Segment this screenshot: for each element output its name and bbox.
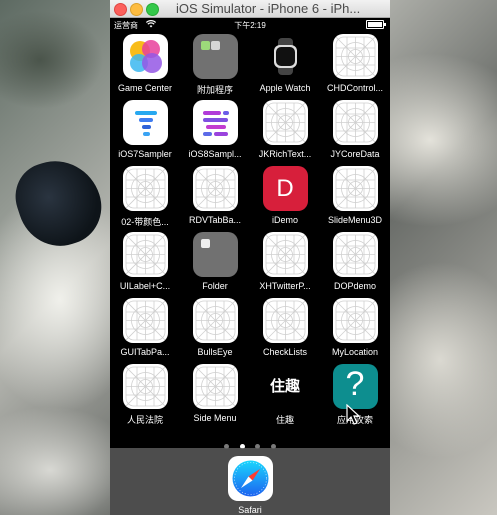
app-label: MyLocation (331, 347, 379, 357)
placeholder-app-icon (122, 232, 168, 277)
app-idemo[interactable]: D iDemo (250, 166, 320, 225)
app-label: 人民法院 (126, 415, 163, 425)
placeholder-app-icon (262, 100, 308, 145)
placeholder-app-icon (262, 298, 308, 343)
app-color-demo[interactable]: 02-带颜色... (110, 166, 180, 228)
placeholder-app-icon (332, 166, 378, 211)
simulator-window: iOS Simulator - iPhone 6 - iPh... 运营商 下午… (110, 0, 390, 515)
safari-compass-icon (227, 456, 273, 501)
app-label: DOPdemo (333, 281, 377, 291)
title-bar[interactable]: iOS Simulator - iPhone 6 - iPh... (110, 0, 390, 18)
idemo-icon: D (262, 166, 308, 211)
zoom-button[interactable] (146, 3, 159, 16)
app-uilabel[interactable]: UILabel+C... (110, 232, 180, 291)
battery-icon (366, 20, 386, 29)
zhuqu-icon-text: 住趣 (269, 377, 300, 395)
app-extras-folder[interactable]: 附加程序 (180, 34, 250, 96)
app-jycoredata[interactable]: JYCoreData (320, 100, 390, 159)
app-xhtwitter[interactable]: XHTwitterP... (250, 232, 320, 291)
app-label: Folder (202, 281, 228, 291)
app-jkrichtext[interactable]: JKRichText... (250, 100, 320, 159)
app-chdcontrol[interactable]: CHDControl... (320, 34, 390, 93)
app-game-center[interactable]: Game Center (110, 34, 180, 93)
app-label: CheckLists (262, 347, 307, 357)
phone-screen: 运营商 下午2:19 Game Center 附加程序 Apple Watch … (110, 18, 390, 515)
placeholder-app-icon (192, 364, 238, 409)
app-label: Side Menu (193, 413, 237, 423)
app-people-court[interactable]: 人民法院 (110, 364, 180, 426)
app-side-menu[interactable]: Side Menu (180, 364, 250, 423)
app-safari[interactable]: Safari (215, 456, 285, 515)
app-label: 附加程序 (196, 85, 233, 95)
app-label: JKRichText... (258, 149, 312, 159)
zhuqu-icon: 住趣 (262, 364, 308, 409)
app-label: iOS8Sampl... (188, 149, 242, 159)
app-label: BullsEye (197, 347, 233, 357)
help-icon-glyph: ? (345, 365, 365, 403)
placeholder-app-icon (332, 34, 378, 79)
app-label: Game Center (117, 83, 173, 93)
status-bar: 运营商 下午2:19 (110, 18, 390, 32)
mouse-pointer-icon (346, 404, 361, 425)
app-label: GUITabPa... (120, 347, 170, 357)
game-center-icon (122, 34, 168, 79)
placeholder-app-icon (122, 166, 168, 211)
app-label: iDemo (271, 215, 298, 225)
ios7sampler-icon (122, 100, 168, 145)
app-label: XHTwitterP... (259, 281, 311, 291)
app-bullseye[interactable]: BullsEye (180, 298, 250, 357)
app-ios8sampler[interactable]: iOS8Sampl... (180, 100, 250, 159)
app-label: Apple Watch (259, 83, 311, 93)
placeholder-app-icon (192, 298, 238, 343)
placeholder-app-icon (332, 232, 378, 277)
placeholder-app-icon (262, 232, 308, 277)
app-dopdemo[interactable]: DOPdemo (320, 232, 390, 291)
minimize-button[interactable] (130, 3, 143, 16)
dock: Safari (110, 448, 390, 515)
app-mylocation[interactable]: MyLocation (320, 298, 390, 357)
app-zhuqu[interactable]: 住趣 住趣 (250, 364, 320, 426)
app-label: 02-带颜色... (121, 217, 169, 227)
app-rdvtabbar[interactable]: RDVTabBa... (180, 166, 250, 225)
app-ios7sampler[interactable]: iOS7Sampler (110, 100, 180, 159)
app-label: iOS7Sampler (118, 149, 172, 159)
placeholder-app-icon (192, 166, 238, 211)
app-guitabpager[interactable]: GUITabPa... (110, 298, 180, 357)
question-mark-icon: ? (332, 364, 378, 409)
folder-icon (192, 232, 238, 277)
folder-icon (192, 34, 238, 79)
placeholder-app-icon (122, 364, 168, 409)
app-label: CHDControl... (326, 83, 383, 93)
idemo-icon-letter: D (276, 175, 294, 202)
apple-watch-icon (262, 34, 308, 79)
close-button[interactable] (114, 3, 127, 16)
app-label: Safari (238, 505, 262, 515)
app-label: SlideMenu3D (327, 215, 383, 225)
placeholder-app-icon (332, 100, 378, 145)
app-label: JYCoreData (330, 149, 380, 159)
wallpaper-sunglasses (6, 149, 112, 257)
app-checklists[interactable]: CheckLists (250, 298, 320, 357)
app-label: RDVTabBa... (188, 215, 242, 225)
clock: 下午2:19 (234, 21, 266, 30)
app-label: UILabel+C... (119, 281, 171, 291)
placeholder-app-icon (332, 298, 378, 343)
app-folder[interactable]: Folder (180, 232, 250, 291)
app-apple-watch[interactable]: Apple Watch (250, 34, 320, 93)
app-slidemenu3d[interactable]: SlideMenu3D (320, 166, 390, 225)
app-label: 住趣 (275, 415, 294, 425)
placeholder-app-icon (122, 298, 168, 343)
window-title: iOS Simulator - iPhone 6 - iPh... (176, 1, 361, 16)
ios8sampler-icon (192, 100, 238, 145)
